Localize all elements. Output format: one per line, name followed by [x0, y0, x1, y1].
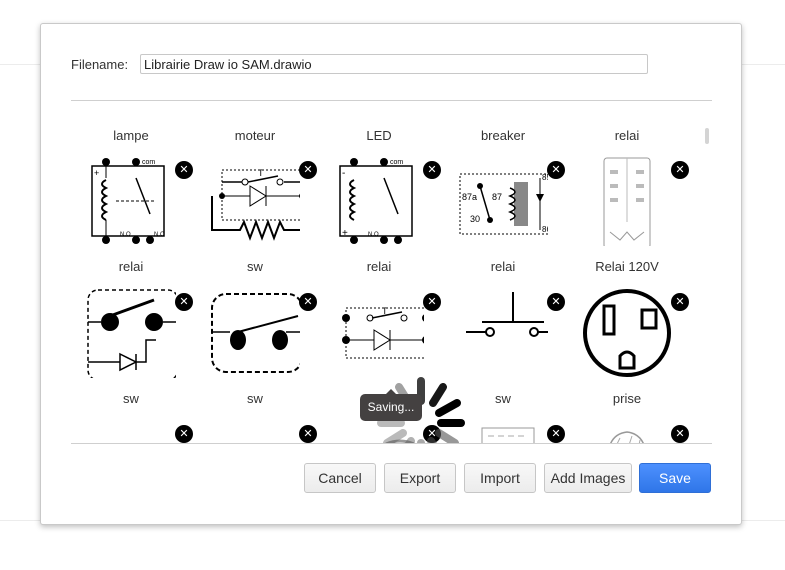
cancel-button[interactable]: Cancel [304, 463, 376, 493]
library-item-label: moteur [234, 128, 276, 143]
relay-symbol-icon: - + com N.O [339, 158, 413, 244]
delete-item-icon[interactable]: ✕ [547, 425, 565, 443]
export-button[interactable]: Export [384, 463, 456, 493]
library-item-label: sw [247, 259, 263, 274]
library-item[interactable]: Relai 120V [577, 151, 677, 274]
outlet-symbol-icon [583, 289, 671, 377]
relay-socket-symbol-icon [603, 157, 651, 246]
library-item[interactable]: sw [453, 283, 553, 406]
switch-symbol-icon [87, 289, 176, 378]
relay-symbol-icon: 87a 87 30 85 86 [459, 173, 548, 235]
svg-text:T: T [382, 306, 388, 316]
library-item-label: sw [123, 391, 139, 406]
library-item[interactable]: lampe [113, 128, 148, 143]
svg-text:30: 30 [470, 214, 480, 224]
library-item-label: Relai 120V [595, 259, 659, 274]
add-images-button[interactable]: Add Images [544, 463, 632, 493]
svg-text:87: 87 [492, 192, 502, 202]
library-item[interactable] [205, 415, 305, 444]
library-item[interactable]: - + com N.O relai [329, 151, 429, 274]
filename-label: Filename: [71, 57, 129, 72]
delete-item-icon[interactable]: ✕ [671, 425, 689, 443]
library-item[interactable]: sw [205, 283, 305, 406]
shape-icon [481, 427, 535, 443]
delete-item-icon[interactable]: ✕ [299, 425, 317, 443]
library-item[interactable]: 87a 87 30 85 86 relai [453, 151, 553, 274]
pushbutton-symbol-icon [466, 292, 548, 337]
library-item[interactable] [81, 415, 181, 444]
scrollbar-thumb[interactable] [705, 128, 709, 144]
delete-item-icon[interactable]: ✕ [671, 293, 689, 311]
svg-text:com: com [142, 159, 155, 166]
switch-symbol-icon: T [211, 168, 300, 241]
relay-symbol-icon: + com N.O N.C [91, 158, 165, 244]
svg-text:-: - [342, 168, 345, 179]
delete-item-icon[interactable]: ✕ [423, 161, 441, 179]
delete-item-icon[interactable]: ✕ [175, 293, 193, 311]
library-item[interactable] [577, 415, 677, 443]
svg-text:86: 86 [542, 225, 548, 234]
delete-item-icon[interactable]: ✕ [547, 161, 565, 179]
library-item-label: relai [614, 128, 640, 143]
delete-item-icon[interactable]: ✕ [547, 293, 565, 311]
svg-text:85: 85 [542, 173, 548, 182]
library-item-label: prise [612, 391, 642, 406]
delete-item-icon[interactable]: ✕ [423, 293, 441, 311]
svg-text:com: com [390, 159, 403, 166]
svg-text:N.O: N.O [120, 232, 131, 238]
library-item-label: sw [247, 391, 263, 406]
switch-symbol-icon: T [342, 306, 424, 359]
library-item[interactable]: relai [615, 128, 640, 143]
library-item-label: relai [366, 259, 392, 274]
svg-text:+: + [342, 228, 348, 239]
shape-icon [210, 420, 300, 444]
shape-icon [86, 420, 176, 444]
library-item-label: relai [118, 259, 144, 274]
svg-text:+: + [94, 168, 99, 178]
library-item[interactable]: moteur [235, 128, 275, 143]
delete-item-icon[interactable]: ✕ [175, 161, 193, 179]
save-library-dialog: Filename: lampe moteur LED breaker [40, 23, 742, 525]
library-item-label: lampe [113, 128, 149, 143]
library-item[interactable]: breaker [481, 128, 525, 143]
shape-icon [610, 431, 644, 443]
svg-text:T: T [258, 168, 264, 178]
library-item[interactable]: LED [366, 128, 391, 143]
switch-symbol-icon [211, 293, 300, 373]
library-item[interactable]: + com N.O N.C relai [81, 151, 181, 274]
svg-text:N.O: N.O [368, 232, 379, 238]
delete-item-icon[interactable]: ✕ [175, 425, 193, 443]
delete-item-icon[interactable]: ✕ [299, 161, 317, 179]
delete-item-icon[interactable]: ✕ [299, 293, 317, 311]
library-item[interactable]: T [329, 283, 429, 383]
library-item[interactable]: T sw [205, 151, 305, 274]
save-button[interactable]: Save [639, 463, 711, 493]
library-item-label: breaker [480, 128, 526, 143]
svg-text:87a: 87a [462, 192, 477, 202]
delete-item-icon[interactable]: ✕ [671, 161, 689, 179]
library-item-label: relai [490, 259, 516, 274]
import-button[interactable]: Import [464, 463, 536, 493]
svg-text:N.C: N.C [154, 232, 165, 238]
library-item[interactable]: sw [81, 283, 181, 406]
library-item[interactable]: prise [577, 283, 677, 406]
filename-input[interactable] [140, 54, 648, 74]
library-item-label: LED [366, 128, 392, 143]
saving-toast: Saving... [360, 389, 422, 421]
